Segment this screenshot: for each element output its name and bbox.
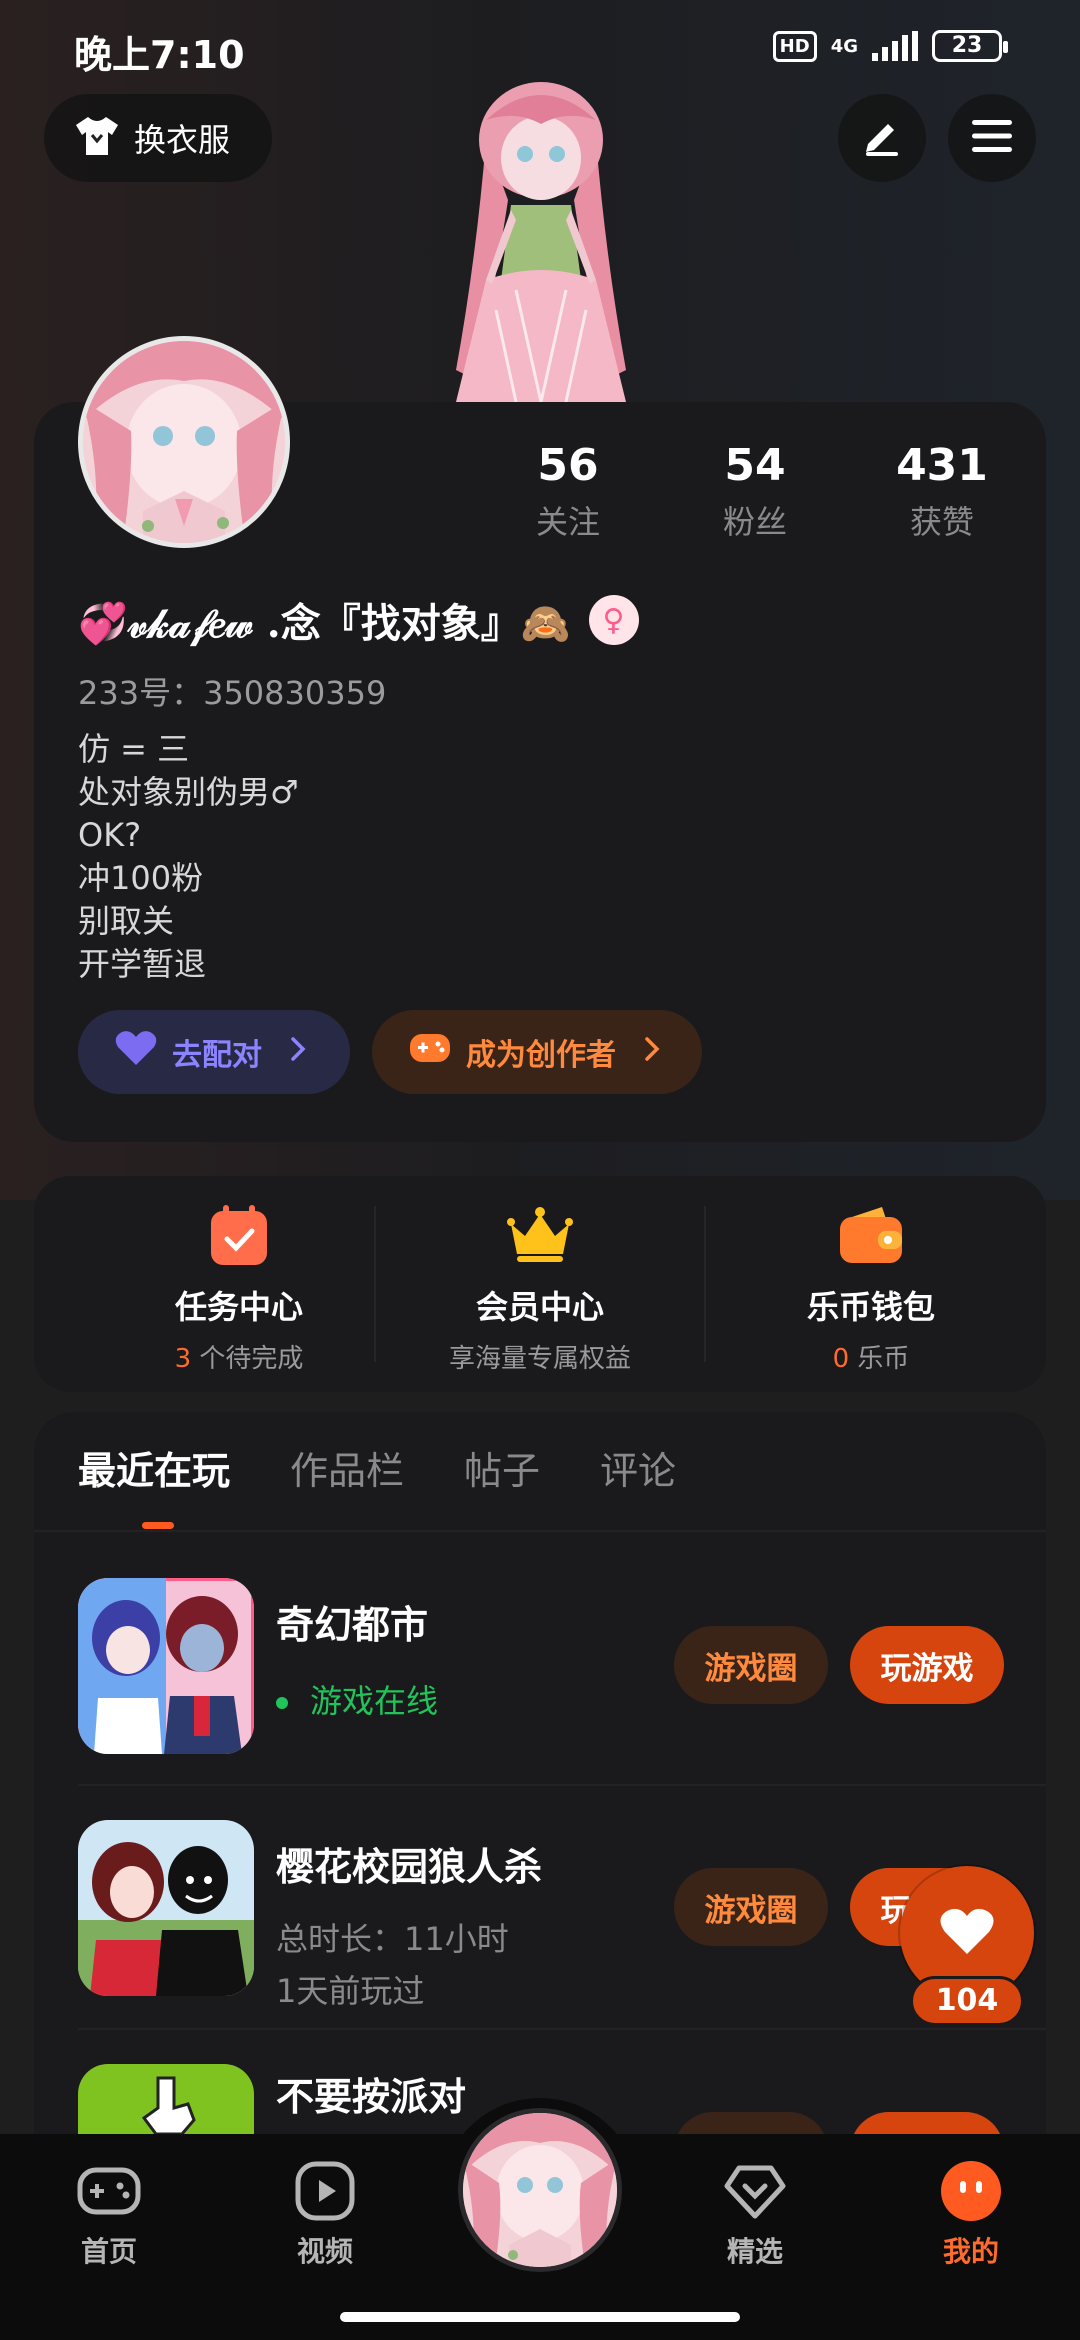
profile-tabs: 最近在玩 作品栏 帖子 评论 bbox=[78, 1440, 676, 1495]
pen-icon bbox=[860, 114, 904, 162]
followers-count: 54 bbox=[724, 440, 786, 491]
followers-stat[interactable]: 54 粉丝 bbox=[675, 440, 835, 543]
network-type: 4G bbox=[830, 35, 858, 57]
home-indicator bbox=[340, 2312, 740, 2322]
game-status: 游戏在线 bbox=[276, 1676, 438, 1722]
menu-button[interactable] bbox=[948, 94, 1036, 182]
task-center[interactable]: 任务中心 3 个待完成 bbox=[74, 1176, 404, 1392]
likes-stat[interactable]: 431 获赞 bbox=[862, 440, 1022, 543]
following-stat[interactable]: 56 关注 bbox=[488, 440, 648, 543]
coin-wallet-title: 乐币钱包 bbox=[806, 1288, 935, 1326]
nav-featured-label: 精选 bbox=[726, 2235, 783, 2268]
row-divider bbox=[78, 2028, 1046, 2030]
game-playtime: 总时长：11小时 bbox=[276, 1920, 509, 1958]
match-button[interactable]: 去配对 bbox=[78, 1010, 350, 1094]
heart-icon bbox=[939, 1906, 995, 1960]
gamepad-icon bbox=[408, 1030, 452, 1074]
nav-home[interactable]: 首页 bbox=[44, 2158, 174, 2270]
change-outfit-label: 换衣服 bbox=[134, 121, 231, 159]
game-circle-button[interactable]: 游戏圈 bbox=[674, 1868, 828, 1946]
edit-profile-button[interactable] bbox=[838, 94, 926, 182]
member-center-sub: 享海量专属权益 bbox=[448, 1344, 631, 1374]
face-icon bbox=[938, 2158, 1004, 2224]
task-center-title: 任务中心 bbox=[174, 1288, 303, 1326]
tab-indicator bbox=[142, 1522, 174, 1529]
female-gender-icon: ♀ bbox=[588, 595, 639, 645]
play-game-button[interactable]: 玩游戏 bbox=[850, 1626, 1004, 1704]
floating-like-count: 104 bbox=[910, 1976, 1024, 2026]
game-row[interactable]: 奇幻都市 游戏在线 游戏圈 玩游戏 bbox=[34, 1548, 1046, 1790]
tab-posts[interactable]: 帖子 bbox=[464, 1440, 540, 1495]
tab-works[interactable]: 作品栏 bbox=[290, 1440, 404, 1495]
game-online-text: 游戏在线 bbox=[310, 1682, 439, 1720]
game-circle-button[interactable]: 游戏圈 bbox=[674, 1626, 828, 1704]
game-title: 奇幻都市 bbox=[276, 1603, 429, 1647]
coin-wallet-sub: 0 乐币 bbox=[706, 1338, 1036, 1375]
chevron-right-icon bbox=[290, 1035, 306, 1070]
play-icon bbox=[292, 2158, 358, 2224]
become-creator-label: 成为创作者 bbox=[466, 1038, 616, 1073]
nav-video-label: 视频 bbox=[296, 2235, 353, 2268]
match-label: 去配对 bbox=[172, 1038, 262, 1073]
game-title: 不要按派对 bbox=[276, 2075, 467, 2119]
wallet-icon bbox=[836, 1200, 906, 1270]
heart-diamond-icon bbox=[722, 2158, 788, 2224]
profile-bio: 仿 = 三 处对象别伪男♂ OK? 冲100粉 别取关 开学暂退 bbox=[78, 730, 299, 983]
hd-icon: HD bbox=[772, 30, 817, 62]
tab-recently-played[interactable]: 最近在玩 bbox=[78, 1440, 230, 1495]
user-id: 233号：350830359 bbox=[78, 674, 387, 712]
nav-mine[interactable]: 我的 bbox=[906, 2158, 1036, 2270]
gamepad-icon bbox=[76, 2158, 142, 2224]
signal-icon bbox=[872, 31, 918, 61]
game-last-played: 1天前玩过 bbox=[276, 1972, 425, 2010]
crown-icon bbox=[505, 1200, 575, 1270]
become-creator-button[interactable]: 成为创作者 bbox=[372, 1010, 702, 1094]
menu-icon bbox=[970, 118, 1014, 158]
change-outfit-button[interactable]: 换衣服 bbox=[44, 94, 272, 182]
tab-divider bbox=[34, 1530, 1046, 1532]
status-time: 晚上7:10 bbox=[74, 33, 245, 77]
following-count: 56 bbox=[537, 440, 599, 491]
game-icon-fantasy-city[interactable] bbox=[78, 1578, 254, 1754]
member-center-title: 会员中心 bbox=[475, 1288, 604, 1326]
nav-home-label: 首页 bbox=[80, 2235, 137, 2268]
nav-mine-label: 我的 bbox=[942, 2235, 999, 2268]
task-center-sub: 3 个待完成 bbox=[74, 1338, 404, 1375]
pending-task-text: 个待完成 bbox=[191, 1344, 304, 1374]
battery-icon: 23 bbox=[932, 30, 1008, 62]
pending-task-count: 3 bbox=[174, 1344, 192, 1374]
likes-count: 431 bbox=[896, 440, 988, 491]
avatar-character-3d[interactable] bbox=[416, 80, 666, 403]
profile-avatar[interactable] bbox=[78, 336, 290, 548]
nav-avatar[interactable] bbox=[458, 2108, 622, 2272]
nav-video[interactable]: 视频 bbox=[260, 2158, 390, 2270]
coin-balance: 0 bbox=[832, 1344, 850, 1374]
nickname: 💞𝓋𝓀𝒶𝒻𝑒𝓌 .念『找对象』🙈 bbox=[78, 600, 571, 647]
calendar-check-icon bbox=[204, 1200, 274, 1270]
following-label: 关注 bbox=[535, 503, 600, 541]
game-title: 樱花校园狼人杀 bbox=[276, 1845, 543, 1889]
coin-wallet[interactable]: 乐币钱包 0 乐币 bbox=[706, 1176, 1036, 1392]
game-row[interactable]: 樱花校园狼人杀 总时长：11小时 1天前玩过 游戏圈 玩游戏 bbox=[34, 1790, 1046, 2032]
coin-unit: 乐币 bbox=[849, 1344, 910, 1374]
row-divider bbox=[78, 1784, 1046, 1786]
member-center[interactable]: 会员中心 享海量专属权益 bbox=[375, 1176, 705, 1392]
game-icon-sakura-werewolf[interactable] bbox=[78, 1820, 254, 1996]
services-card: 任务中心 3 个待完成 会员中心 享海量专属权益 乐币钱包 0 乐币 bbox=[34, 1176, 1046, 1392]
tab-comments[interactable]: 评论 bbox=[600, 1440, 676, 1495]
likes-label: 获赞 bbox=[909, 503, 974, 541]
followers-label: 粉丝 bbox=[722, 503, 787, 541]
heart-icon bbox=[114, 1029, 158, 1075]
nickname-row: 💞𝓋𝓀𝒶𝒻𝑒𝓌 .念『找对象』🙈 ♀ bbox=[78, 590, 639, 650]
chevron-right-icon bbox=[644, 1035, 660, 1070]
status-icons: HD 4G 23 bbox=[772, 30, 1008, 62]
tshirt-icon bbox=[74, 115, 120, 161]
nav-featured[interactable]: 精选 bbox=[690, 2158, 820, 2270]
online-dot-icon bbox=[276, 1697, 288, 1709]
